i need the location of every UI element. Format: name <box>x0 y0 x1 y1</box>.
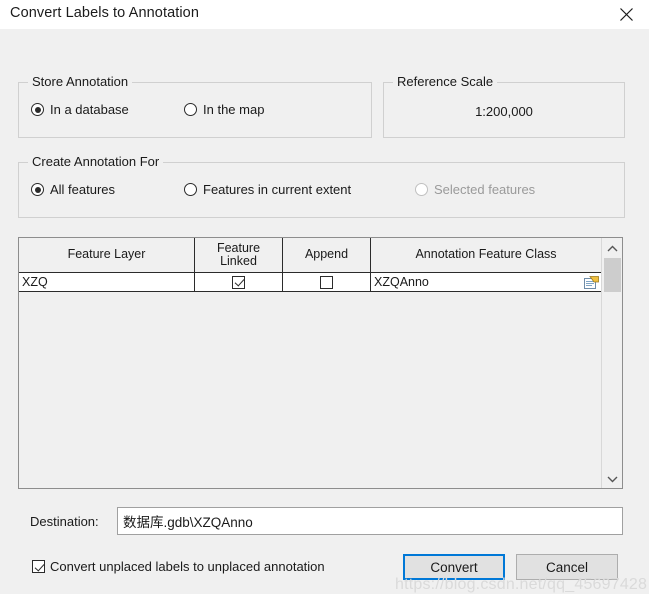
feature-linked-checkbox[interactable] <box>232 275 245 289</box>
reference-scale-value: 1:200,000 <box>475 104 533 119</box>
dialog-body: Store Annotation In a database In the ma… <box>0 29 649 593</box>
checkbox-indicator <box>32 560 45 573</box>
scroll-down-button[interactable] <box>602 469 622 487</box>
table-header-feature-linked[interactable]: Feature Linked <box>195 238 283 272</box>
radio-selected-features: Selected features <box>415 182 535 197</box>
append-checkbox[interactable] <box>320 275 333 289</box>
create-annotation-for-group: Create Annotation For All features Featu… <box>18 154 625 218</box>
title-bar: Convert Labels to Annotation <box>0 0 649 30</box>
radio-label: In a database <box>50 102 129 117</box>
table-header-row: Feature Layer Feature Linked Append Anno… <box>19 238 601 273</box>
close-button[interactable] <box>603 0 649 29</box>
radio-indicator <box>184 103 197 116</box>
radio-indicator <box>31 183 44 196</box>
table-header-feature-layer[interactable]: Feature Layer <box>19 238 195 272</box>
cell-append[interactable] <box>283 273 371 291</box>
table-header-feature-linked-line1: Feature <box>216 240 261 255</box>
table-vertical-scrollbar[interactable] <box>601 238 622 488</box>
create-annotation-for-legend: Create Annotation For <box>28 154 164 169</box>
table-viewport: Feature Layer Feature Linked Append Anno… <box>19 238 601 488</box>
radio-indicator <box>415 183 428 196</box>
table-header-feature-linked-line2: Linked <box>220 254 257 268</box>
reference-scale-group: Reference Scale 1:200,000 <box>383 74 625 138</box>
destination-input[interactable] <box>117 507 623 535</box>
radio-all-features[interactable]: All features <box>31 182 115 197</box>
destination-label: Destination: <box>30 514 99 529</box>
radio-indicator <box>184 183 197 196</box>
scroll-up-button[interactable] <box>602 239 622 257</box>
radio-label: Features in current extent <box>203 182 352 197</box>
convert-unplaced-labels-label: Convert unplaced labels to unplaced anno… <box>50 559 325 574</box>
radio-label: All features <box>50 182 116 197</box>
table-row[interactable]: XZQ XZQAnno <box>19 273 601 292</box>
browse-dataset-icon[interactable] <box>584 275 599 289</box>
radio-in-a-database[interactable]: In a database <box>31 102 129 117</box>
chevron-down-icon <box>607 471 618 486</box>
convert-unplaced-labels-checkbox[interactable]: Convert unplaced labels to unplaced anno… <box>32 559 325 574</box>
reference-scale-legend: Reference Scale <box>393 74 498 89</box>
close-icon <box>618 6 635 23</box>
table-header-annotation-feature-class[interactable]: Annotation Feature Class <box>371 238 601 272</box>
cell-feature-linked[interactable] <box>195 273 283 291</box>
radio-label: Selected features <box>434 182 536 197</box>
window-title: Convert Labels to Annotation <box>10 5 200 21</box>
radio-in-the-map[interactable]: In the map <box>184 102 264 117</box>
chevron-up-icon <box>607 241 618 256</box>
table-header-append[interactable]: Append <box>283 238 371 272</box>
annotation-feature-class-value: XZQAnno <box>374 275 429 289</box>
convert-button[interactable]: Convert <box>403 554 505 580</box>
radio-indicator <box>31 103 44 116</box>
cell-feature-layer[interactable]: XZQ <box>19 273 195 291</box>
store-annotation-legend: Store Annotation <box>28 74 133 89</box>
cancel-button[interactable]: Cancel <box>516 554 618 580</box>
cell-annotation-feature-class[interactable]: XZQAnno <box>371 273 601 291</box>
scroll-thumb[interactable] <box>604 258 621 292</box>
radio-label: In the map <box>203 102 265 117</box>
feature-layer-table: Feature Layer Feature Linked Append Anno… <box>18 237 623 489</box>
store-annotation-group: Store Annotation In a database In the ma… <box>18 74 372 138</box>
radio-features-in-current-extent[interactable]: Features in current extent <box>184 182 351 197</box>
